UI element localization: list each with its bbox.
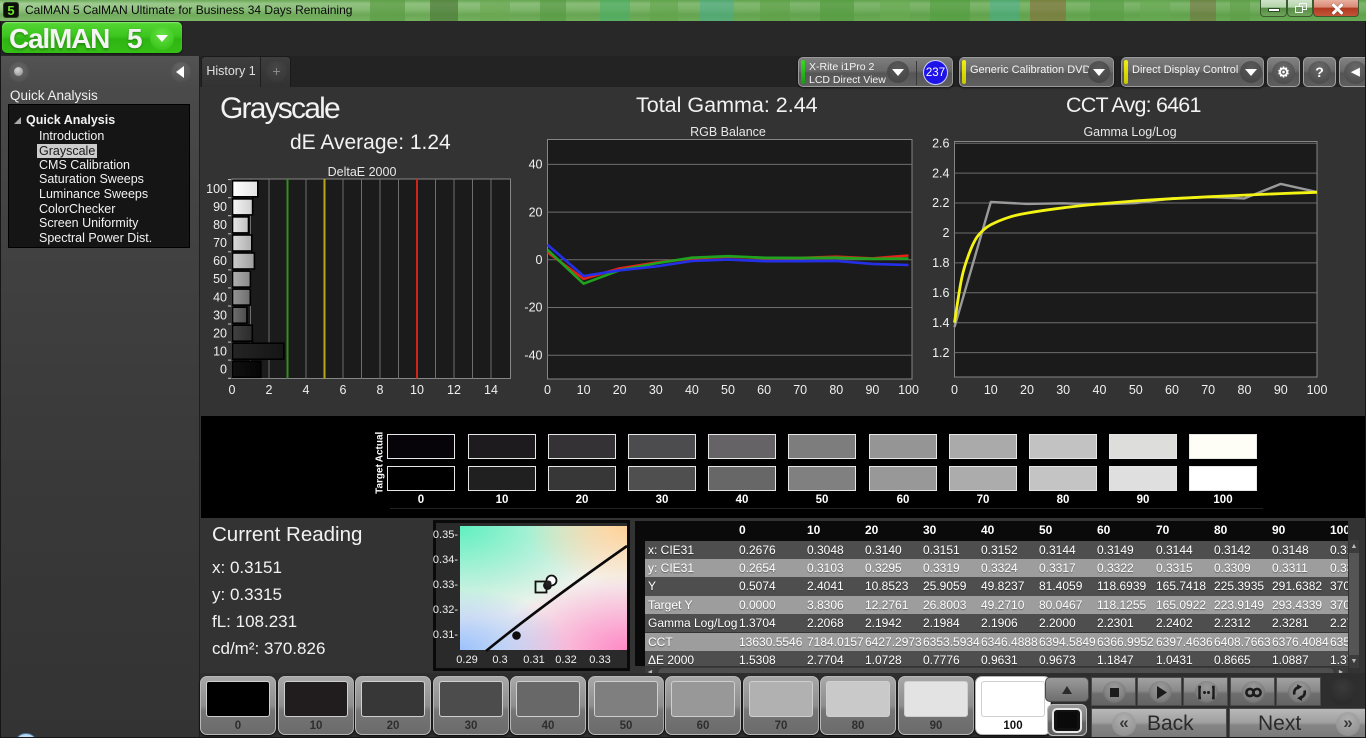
svg-text:20: 20 [529,205,543,219]
svg-text:12: 12 [447,383,461,397]
svg-text:1.2: 1.2 [932,346,949,360]
svg-text:50: 50 [721,383,735,397]
svg-text:100: 100 [206,182,227,196]
svg-text:6: 6 [340,383,347,397]
svg-text:1.4: 1.4 [932,316,949,330]
svg-text:14: 14 [484,383,498,397]
svg-text:30: 30 [649,383,663,397]
svg-text:20: 20 [213,326,227,340]
svg-text:0: 0 [229,383,236,397]
svg-text:90: 90 [1274,383,1288,397]
svg-text:40: 40 [213,290,227,304]
svg-text:100: 100 [898,383,919,397]
svg-text:20: 20 [1020,383,1034,397]
svg-text:30: 30 [1056,383,1070,397]
svg-text:2.2: 2.2 [932,196,949,210]
svg-text:30: 30 [213,308,227,322]
svg-text:70: 70 [793,383,807,397]
svg-text:80: 80 [829,383,843,397]
svg-text:90: 90 [213,200,227,214]
svg-text:50: 50 [1129,383,1143,397]
svg-text:10: 10 [410,383,424,397]
svg-text:80: 80 [213,218,227,232]
svg-text:0: 0 [951,383,958,397]
svg-text:50: 50 [213,272,227,286]
svg-text:8: 8 [377,383,384,397]
svg-text:60: 60 [213,254,227,268]
svg-text:60: 60 [757,383,771,397]
svg-text:100: 100 [1307,383,1328,397]
svg-text:20: 20 [613,383,627,397]
svg-text:Gamma Log/Log: Gamma Log/Log [1083,125,1176,139]
svg-text:-40: -40 [524,348,542,362]
svg-text:40: 40 [529,158,543,172]
svg-text:0: 0 [544,383,551,397]
svg-text:10: 10 [213,344,227,358]
svg-text:0: 0 [536,253,543,267]
svg-text:90: 90 [865,383,879,397]
svg-text:2: 2 [943,226,950,240]
svg-text:DeltaE 2000: DeltaE 2000 [328,165,397,179]
svg-text:2: 2 [266,383,273,397]
svg-text:0: 0 [220,363,227,377]
svg-text:40: 40 [1093,383,1107,397]
svg-text:-20: -20 [524,301,542,315]
svg-text:1.8: 1.8 [932,256,949,270]
svg-text:40: 40 [685,383,699,397]
svg-text:80: 80 [1238,383,1252,397]
svg-text:2.4: 2.4 [932,166,949,180]
svg-text:70: 70 [213,236,227,250]
svg-text:60: 60 [1165,383,1179,397]
svg-text:70: 70 [1201,383,1215,397]
svg-text:RGB Balance: RGB Balance [690,125,766,139]
svg-text:1.6: 1.6 [932,286,949,300]
svg-text:10: 10 [984,383,998,397]
svg-text:2.6: 2.6 [932,136,949,150]
svg-text:4: 4 [303,383,310,397]
svg-text:10: 10 [577,383,591,397]
